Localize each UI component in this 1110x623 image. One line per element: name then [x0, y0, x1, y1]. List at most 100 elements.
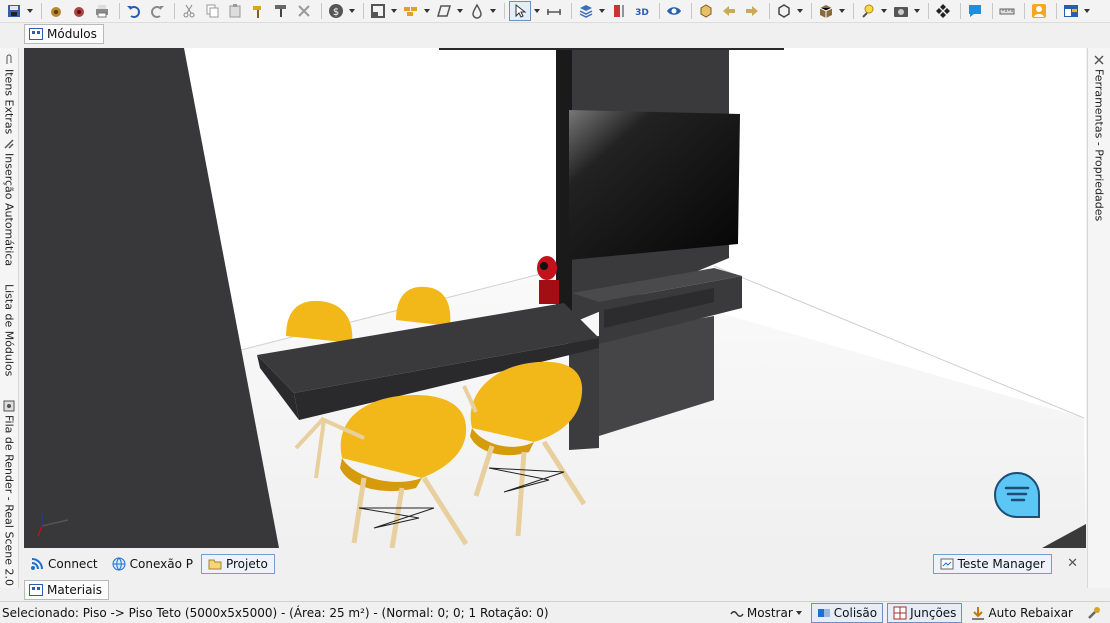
hammer-icon[interactable] — [248, 2, 268, 20]
show-icon — [730, 610, 744, 617]
select-cursor-icon[interactable] — [509, 1, 531, 21]
layers-icon[interactable] — [576, 2, 596, 20]
render-queue-icon — [3, 400, 15, 412]
layers-dropdown-icon[interactable] — [599, 2, 605, 20]
tab-connect[interactable]: Connect — [24, 555, 104, 573]
toolbar-separator — [992, 3, 993, 19]
collision-toggle[interactable]: Colisão — [810, 602, 884, 623]
copy-icon[interactable] — [202, 2, 222, 20]
shape-icon[interactable] — [434, 2, 454, 20]
cube-view-icon[interactable] — [774, 2, 794, 20]
render-settings-icon[interactable] — [69, 2, 89, 20]
chat-support-button[interactable] — [994, 471, 1040, 518]
tab-conexao[interactable]: Conexão P — [106, 555, 199, 573]
rss-icon — [31, 558, 43, 570]
shape-dropdown-icon[interactable] — [457, 2, 463, 20]
3d-viewport[interactable] — [24, 48, 1086, 548]
tab-projeto[interactable]: Projeto — [200, 554, 275, 574]
joints-toggle[interactable]: Junções — [887, 602, 963, 623]
toolbar-separator — [119, 3, 120, 19]
toolbar-separator — [1024, 3, 1025, 19]
select-dropdown-icon[interactable] — [534, 2, 540, 20]
paperclip-icon — [6, 54, 12, 64]
tv-screen — [569, 110, 740, 260]
snap-icon[interactable] — [933, 2, 953, 20]
left-tab-module-list[interactable]: Lista de Módulos — [0, 284, 18, 376]
eye-icon[interactable] — [664, 2, 684, 20]
budget-icon[interactable]: $ — [326, 2, 346, 20]
arrow-left-icon[interactable] — [719, 2, 739, 20]
left-dock-panel: Itens Extras Inserção Automática Lista d… — [0, 48, 19, 588]
main-toolbar: $ 3D — [0, 0, 1110, 23]
budget-dropdown-icon[interactable] — [349, 2, 355, 20]
folder-icon — [208, 559, 222, 570]
window-layout-dropdown-icon[interactable] — [1084, 2, 1090, 20]
left-tab-render-queue[interactable]: Fila de Render - Real Scene 2.0 — [0, 400, 18, 586]
auto-lower-button[interactable]: Auto Rebaixar — [966, 604, 1078, 622]
window-layout-icon[interactable] — [1061, 2, 1081, 20]
materials-tab[interactable]: Materiais — [24, 580, 110, 600]
drop-dropdown-icon[interactable] — [490, 2, 496, 20]
box-icon[interactable] — [696, 2, 716, 20]
collision-label: Colisão — [833, 605, 878, 620]
tab-projeto-label: Projeto — [225, 557, 268, 571]
materials-icon — [29, 584, 43, 596]
modules-icon — [29, 28, 43, 40]
camera-icon[interactable] — [891, 2, 911, 20]
save-icon[interactable] — [4, 2, 24, 20]
user-icon[interactable] — [1029, 2, 1049, 20]
toolbar-separator — [504, 3, 505, 19]
joints-icon — [893, 606, 907, 619]
modules-tab[interactable]: Módulos — [24, 24, 104, 44]
redo-icon[interactable] — [147, 2, 167, 20]
cube-view-dropdown-icon[interactable] — [797, 2, 803, 20]
arrow-right-icon[interactable] — [742, 2, 762, 20]
package-dropdown-icon[interactable] — [839, 2, 845, 20]
close-panel-icon[interactable]: ✕ — [1067, 556, 1078, 571]
measure-icon[interactable] — [544, 2, 564, 20]
toolbar-separator — [1056, 3, 1057, 19]
toolbar-separator — [691, 3, 692, 19]
save-dropdown-icon[interactable] — [27, 2, 33, 20]
camera-dropdown-icon[interactable] — [914, 2, 920, 20]
manager-tab-container: Teste Manager — [932, 554, 1054, 574]
cut-icon[interactable] — [179, 2, 199, 20]
dimension-icon[interactable] — [609, 2, 629, 20]
wall-dropdown-icon[interactable] — [424, 2, 430, 20]
render-icon[interactable] — [46, 2, 66, 20]
tab-conexao-label: Conexão P — [129, 557, 193, 571]
right-tab-tools-properties[interactable]: Ferramentas - Propriedades — [1090, 54, 1108, 221]
ruler-icon[interactable] — [997, 2, 1017, 20]
paste-icon[interactable] — [225, 2, 245, 20]
tab-teste-manager-label: Teste Manager — [957, 557, 1045, 571]
materials-tab-label: Materiais — [47, 583, 103, 597]
undo-icon[interactable] — [124, 2, 144, 20]
wall-icon[interactable] — [401, 2, 421, 20]
delete-icon[interactable] — [294, 2, 314, 20]
modules-tab-label: Módulos — [47, 27, 97, 41]
light-icon[interactable] — [858, 2, 878, 20]
view-3d-icon[interactable]: 3D — [632, 2, 652, 20]
room-dropdown-icon[interactable] — [391, 2, 397, 20]
print-icon[interactable] — [92, 2, 112, 20]
light-dropdown-icon[interactable] — [881, 2, 887, 20]
left-tab-extra-items[interactable]: Itens Extras — [0, 54, 18, 134]
show-button[interactable]: Mostrar — [725, 604, 807, 622]
tab-connect-label: Connect — [48, 557, 98, 571]
coffee-machine-detail — [540, 262, 548, 270]
tab-teste-manager[interactable]: Teste Manager — [932, 554, 1052, 574]
joints-label: Junções — [910, 605, 957, 620]
drop-icon[interactable] — [467, 2, 487, 20]
left-tab-auto-insert[interactable]: Inserção Automática — [0, 138, 18, 266]
package-icon[interactable] — [816, 2, 836, 20]
chevron-down-icon — [795, 610, 802, 615]
left-tab-label: Fila de Render - Real Scene 2.0 — [2, 415, 16, 586]
paint-roller-icon[interactable] — [271, 2, 291, 20]
chat-icon[interactable] — [965, 2, 985, 20]
wrench-button[interactable] — [1082, 604, 1106, 622]
right-dock-panel: Ferramentas - Propriedades — [1087, 48, 1110, 588]
bottom-tab-strip: Materiais — [24, 580, 110, 600]
chat-bubble-icon — [994, 471, 1040, 518]
show-label: Mostrar — [746, 605, 793, 620]
room-icon[interactable] — [368, 2, 388, 20]
